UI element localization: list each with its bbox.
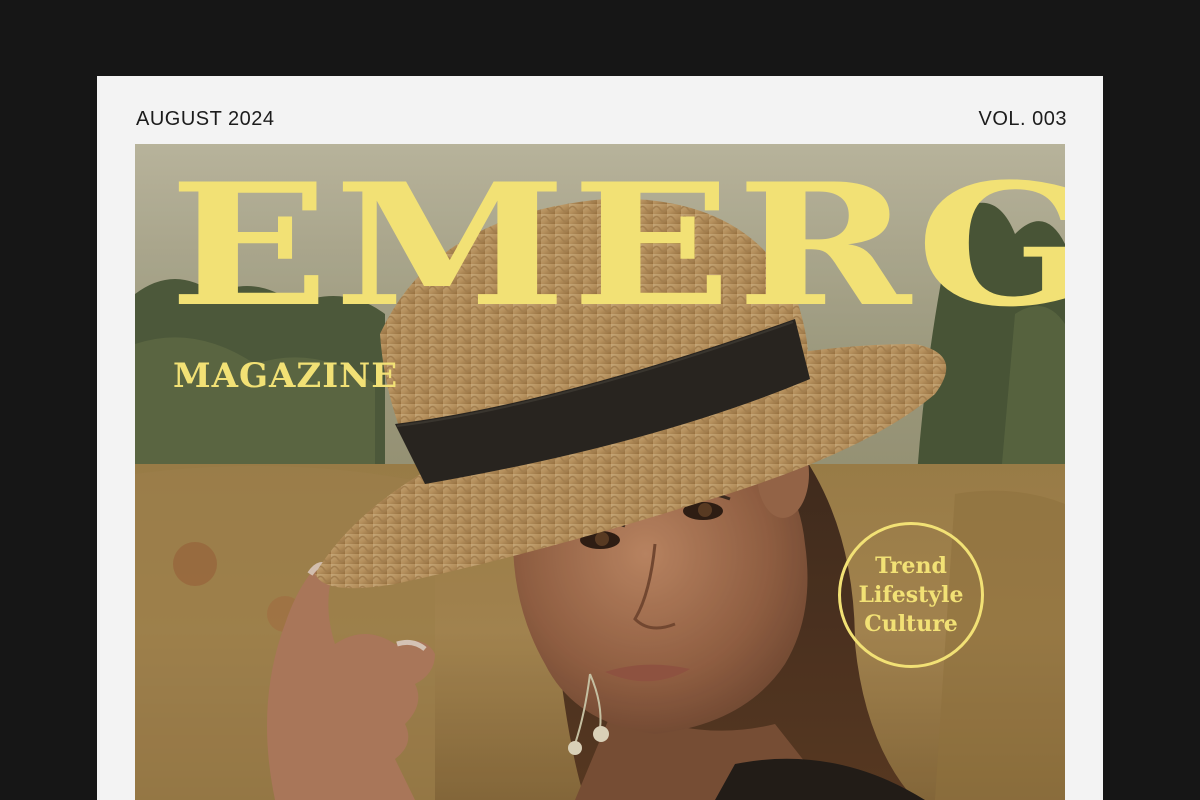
magazine-title: EMERGE xyxy=(169,146,1065,344)
seal-line-trend: Trend xyxy=(875,552,947,579)
seal-line-lifestyle: Lifestyle xyxy=(858,581,964,608)
magazine-subtitle: MAGAZINE xyxy=(173,356,399,396)
seal-line-culture: Culture xyxy=(864,610,958,637)
magazine-cover: AUGUST 2024 VOL. 003 EMER MAGAZINE Trend… xyxy=(97,76,1103,800)
topics-seal: Trend Lifestyle Culture xyxy=(838,522,984,668)
cover-photo: EMERGE MAGAZINE Trend Lifestyle Culture xyxy=(135,144,1065,800)
issue-volume: VOL. 003 xyxy=(978,108,1067,130)
issue-date: AUGUST 2024 xyxy=(136,108,275,130)
